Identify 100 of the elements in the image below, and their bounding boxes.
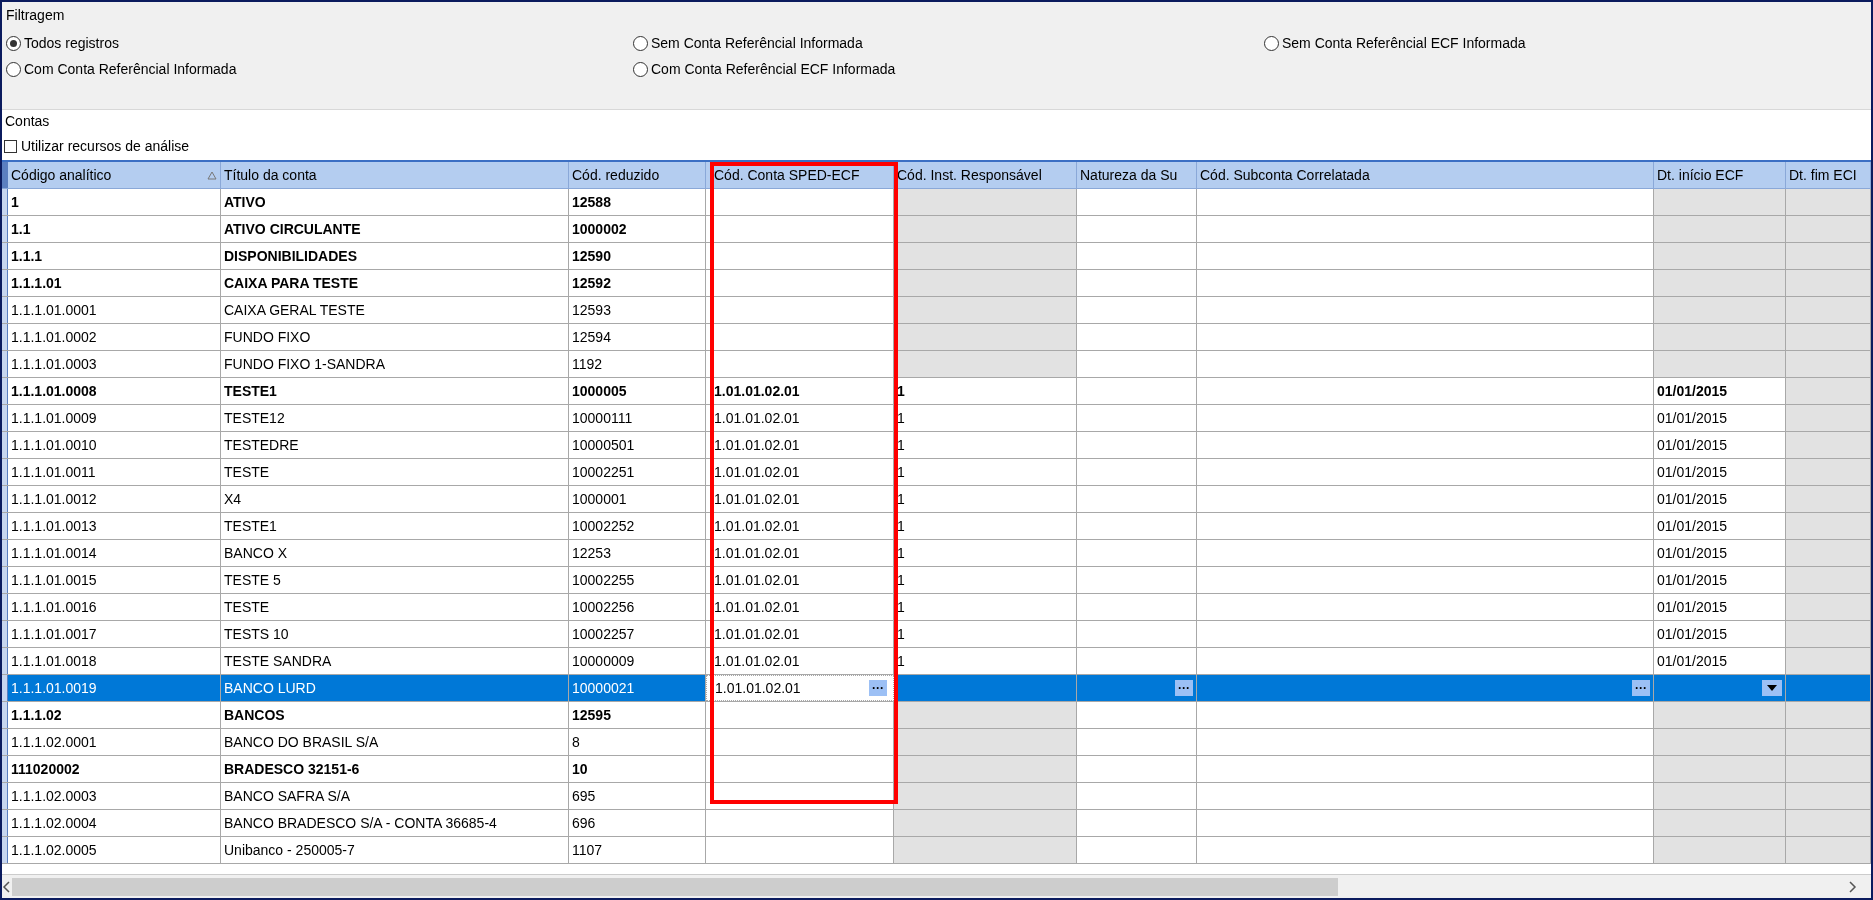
table-row[interactable]: 1.1.1.02.0005 Unibanco - 250005-7 1107 (2, 837, 1871, 864)
scrollbar-thumb[interactable] (12, 877, 1338, 896)
column-header[interactable]: Dt. fim ECI (1786, 162, 1871, 188)
column-header[interactable]: Título da conta (221, 162, 569, 188)
horizontal-scrollbar[interactable] (2, 874, 1871, 898)
table-row[interactable]: 1.1.1.01.0010 TESTEDRE 10000501 1.01.01.02.01 1 01/01/2015 (2, 432, 1871, 459)
table-row[interactable]: 1.1.1.01.0011 TESTE 10002251 1.01.01.02.01 1 01/01/2015 (2, 459, 1871, 486)
column-header[interactable]: Cód. reduzido (569, 162, 706, 188)
table-cell: 1 (8, 189, 221, 215)
table-cell: 1.1.1.01.0002 (8, 324, 221, 350)
table-cell: 12594 (569, 324, 706, 350)
table-cell: FUNDO FIXO (221, 324, 569, 350)
table-cell: 10000111 (569, 405, 706, 431)
table-row[interactable]: 1.1.1.01 CAIXA PARA TESTE 12592 (2, 270, 1871, 297)
radio-option[interactable]: Com Conta Referêncial Informada (6, 56, 633, 82)
table-row[interactable]: 1.1.1.02.0004 BANCO BRADESCO S/A - CONTA 36685-4 696 (2, 810, 1871, 837)
table-cell: 1107 (569, 837, 706, 863)
table-cell: 12593 (569, 297, 706, 323)
table-cell: 12253 (569, 540, 706, 566)
table-cell: 1 (894, 459, 1077, 485)
table-row[interactable]: 1.1.1.02.0001 BANCO DO BRASIL S/A 8 (2, 729, 1871, 756)
table-cell: 10002257 (569, 621, 706, 647)
table-cell: 10000009 (569, 648, 706, 674)
column-header[interactable]: Dt. início ECF (1654, 162, 1786, 188)
table-row[interactable]: 1 ATIVO 12588 (2, 189, 1871, 216)
table-cell: 1 (894, 405, 1077, 431)
table-cell: 696 (569, 810, 706, 836)
checkbox-label[interactable]: Utilizar recursos de análise (21, 135, 190, 157)
column-header[interactable]: Natureza da Su (1077, 162, 1197, 188)
table-cell: TESTE (221, 459, 569, 485)
radio-button[interactable] (1264, 35, 1279, 51)
table-cell: 1.1.1.01.0003 (8, 351, 221, 377)
table-cell: TESTE12 (221, 405, 569, 431)
table-cell: 1 (894, 378, 1077, 404)
table-cell: 1000002 (569, 216, 706, 242)
radio-option[interactable]: Sem Conta Referêncial Informada (633, 30, 1264, 56)
table-cell: TESTE1 (221, 513, 569, 539)
table-cell: DISPONIBILIDADES (221, 243, 569, 269)
dropdown-button[interactable] (1762, 680, 1782, 696)
table-row[interactable]: 1.1.1.01.0002 FUNDO FIXO 12594 (2, 324, 1871, 351)
table-cell: 1.1.1.01.0016 (8, 594, 221, 620)
column-header[interactable]: Cód. Subconta Correlatada (1197, 162, 1654, 188)
column-header[interactable]: Código analítico (8, 162, 221, 188)
table-cell: 12595 (569, 702, 706, 728)
scroll-left-icon[interactable] (2, 880, 12, 893)
ellipsis-button[interactable]: ··· (1632, 680, 1650, 696)
table-cell: 1.1.1.01.0011 (8, 459, 221, 485)
table-cell: 1.01.01.02.01 (706, 594, 894, 620)
table-cell: 1 (894, 432, 1077, 458)
table-cell: 1 (894, 513, 1077, 539)
table-row[interactable]: 1.1.1.01.0016 TESTE 10002256 1.01.01.02.01 1 01/01/2015 (2, 594, 1871, 621)
table-cell: 1.01.01.02.01 (706, 540, 894, 566)
table-cell: 1.1.1.02.0001 (8, 729, 221, 755)
group-title: Filtragem (6, 6, 66, 25)
table-row[interactable]: 1.1.1.01.0013 TESTE1 10002252 1.01.01.02.01 1 01/01/2015 (2, 513, 1871, 540)
table-row[interactable]: 1.1.1.01.0003 FUNDO FIXO 1-SANDRA 1192 (2, 351, 1871, 378)
table-row[interactable]: 1.1 ATIVO CIRCULANTE 1000002 (2, 216, 1871, 243)
table-row[interactable]: 1.1.1 DISPONIBILIDADES 12590 (2, 243, 1871, 270)
table-row[interactable]: 1.1.1.01.0001 CAIXA GERAL TESTE 12593 (2, 297, 1871, 324)
table-row[interactable]: 1.1.1.02 BANCOS 12595 (2, 702, 1871, 729)
radio-option[interactable]: Com Conta Referêncial ECF Informada (633, 56, 1264, 82)
radio-button[interactable] (6, 35, 21, 51)
table-row[interactable]: 1.1.1.01.0009 TESTE12 10000111 1.01.01.02.01 1 01/01/2015 (2, 405, 1871, 432)
table-cell: TESTS 10 (221, 621, 569, 647)
radio-option[interactable]: Sem Conta Referêncial ECF Informada (1264, 30, 1867, 56)
table-row[interactable]: 1.1.1.01.0008 TESTE1 1000005 1.01.01.02.01 1 01/01/2015 (2, 378, 1871, 405)
ellipsis-button[interactable]: ··· (869, 680, 887, 696)
table-cell: 10002252 (569, 513, 706, 539)
table-cell: BRADESCO 32151-6 (221, 756, 569, 782)
radio-button[interactable] (633, 61, 648, 77)
table-cell: 1 (894, 621, 1077, 647)
checkbox[interactable] (4, 139, 17, 153)
table-cell: 12588 (569, 189, 706, 215)
radio-button[interactable] (633, 35, 648, 51)
table-cell: 1.1.1.02.0005 (8, 837, 221, 863)
table-row[interactable]: 1.1.1.01.0012 X4 1000001 1.01.01.02.01 1 01/01/2015 (2, 486, 1871, 513)
table-row[interactable]: 1.1.1.01.0015 TESTE 5 10002255 1.01.01.02.01 1 01/01/2015 (2, 567, 1871, 594)
table-cell: 1000005 (569, 378, 706, 404)
table-cell: TESTEDRE (221, 432, 569, 458)
column-header[interactable]: Cód. Inst. Responsável (894, 162, 1077, 188)
table-cell: BANCO BRADESCO S/A - CONTA 36685-4 (221, 810, 569, 836)
table-cell: 1.01.01.02.01 (706, 459, 894, 485)
table-cell: 10002251 (569, 459, 706, 485)
table-row[interactable]: 1.1.1.01.0014 BANCO X 12253 1.01.01.02.01 1 01/01/2015 (2, 540, 1871, 567)
column-header[interactable]: Cód. Conta SPED-ECF (706, 162, 894, 188)
row-indicator-header (2, 162, 8, 188)
table-cell: BANCO SAFRA S/A (221, 783, 569, 809)
table-row[interactable]: 1.1.1.01.0019 BANCO LURD 10000021 1.01.01.02.01 ··· ··· ··· (2, 675, 1871, 702)
table-row[interactable]: 1.1.1.02.0003 BANCO SAFRA S/A 695 (2, 783, 1871, 810)
table-cell: 1.1.1.01.0018 (8, 648, 221, 674)
table-row[interactable]: 111020002 BRADESCO 32151-6 10 (2, 756, 1871, 783)
table-cell: 1 (894, 486, 1077, 512)
radio-button[interactable] (6, 61, 21, 77)
radio-option[interactable]: Todos registros (6, 30, 633, 56)
scroll-right-icon[interactable] (1847, 880, 1857, 893)
ellipsis-button[interactable]: ··· (1175, 680, 1193, 696)
table-cell: 10002256 (569, 594, 706, 620)
table-cell: 1.1.1.02 (8, 702, 221, 728)
table-cell: Unibanco - 250005-7 (221, 837, 569, 863)
table-row[interactable]: 1.1.1.01.0017 TESTS 10 10002257 1.01.01.02.01 1 01/01/2015 (2, 621, 1871, 648)
